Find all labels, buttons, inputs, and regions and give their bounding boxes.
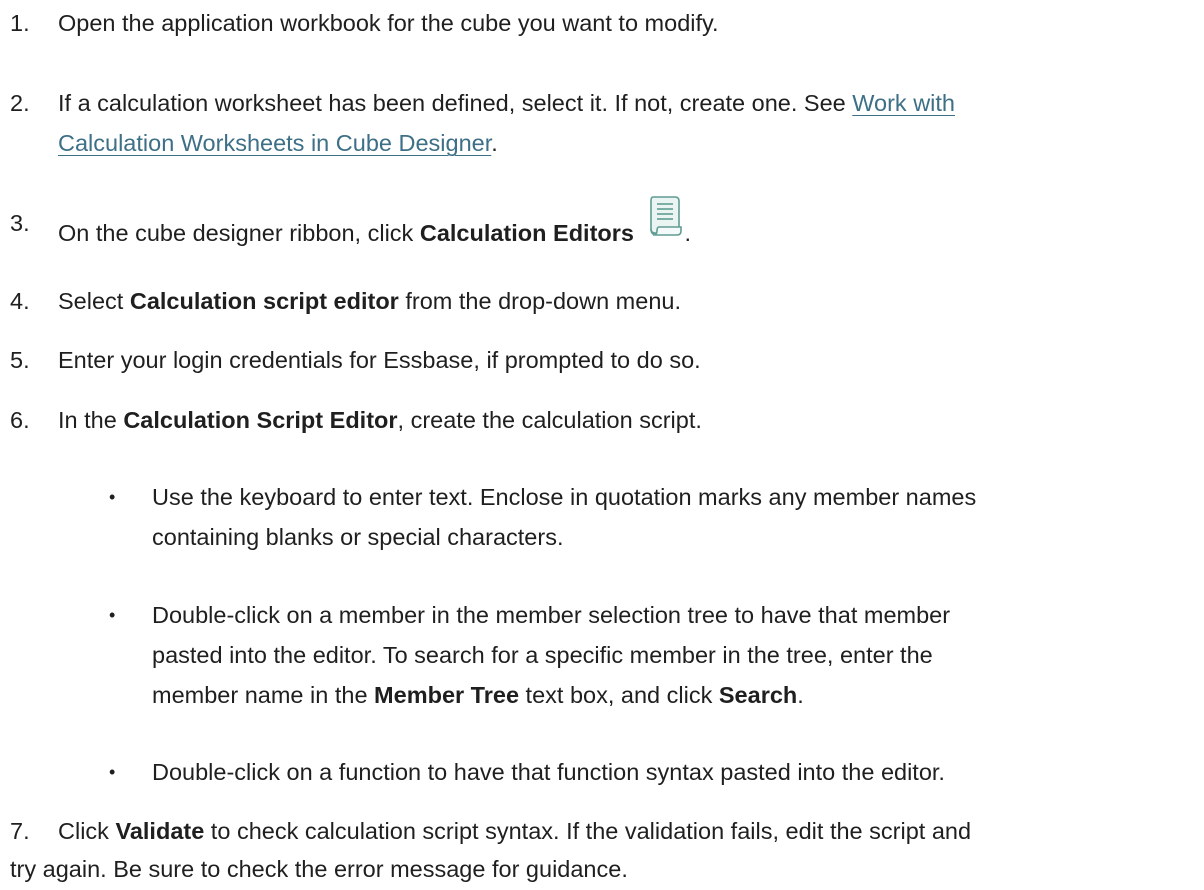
step-text-line: On the cube designer ribbon, click Calcu… [58,196,1200,253]
calculation-editors-icon [645,193,685,237]
bullet-text: Use the keyboard to enter text. Enclose … [152,484,977,510]
step-text: to check calculation script syntax. If t… [204,818,972,844]
step-text: Enter your login credentials for Essbase… [58,347,701,373]
bullet-text: containing blanks or special characters. [152,524,564,550]
step-text-line-1: If a calculation worksheet has been defi… [58,83,1200,123]
calculation-editors-label: Calculation Editors [419,220,634,246]
step-number: 1. [10,10,30,36]
bullet-text: text box, and click [519,682,719,708]
step-text-line: In the Calculation Script Editor, create… [58,400,1200,440]
step-number: 4. [10,288,30,314]
bullet-text: pasted into the editor. To search for a … [152,642,933,668]
step-number: 3. [10,210,30,236]
step-text-line: Select Calculation script editor from th… [58,281,1200,321]
bullet-text: . [797,682,804,708]
step-text: try again. Be sure to check the error me… [10,856,628,882]
step-text: On the cube designer ribbon, click [58,220,420,246]
step-text: Open the application workbook for the cu… [58,10,719,36]
step-text: If a calculation worksheet has been defi… [58,90,853,116]
search-label: Search [718,682,798,708]
bullet-glyph: • [109,487,116,507]
bullet-glyph: • [109,605,116,625]
step-number: 5. [10,347,30,373]
bullet-text: Double-click on a function to have that … [152,759,945,785]
work-with-calc-worksheets-link[interactable]: Work with [852,90,955,116]
calculation-script-editor-label: Calculation script editor [129,288,399,314]
validate-label: Validate [115,818,205,844]
member-tree-label: Member Tree [374,682,520,708]
step-text-line-2: Calculation Worksheets in Cube Designer. [58,123,1200,163]
step-text: , create the calculation script. [397,407,702,433]
step-text: Click [58,818,116,844]
step-text: Select [58,288,130,314]
step-number: 6. [10,407,30,433]
step-number: 2. [10,90,30,116]
step-text: . [684,220,692,246]
bullet-glyph: • [109,762,116,782]
calculation-script-editor-bold: Calculation Script Editor [123,407,398,433]
step-text-line: Click Validate to check calculation scri… [58,811,1200,851]
work-with-calc-worksheets-link-continued[interactable]: Calculation Worksheets in Cube Designer [58,130,491,156]
step-number: 7. [10,818,30,844]
step-text: from the drop-down menu. [398,288,681,314]
step-text: . [491,130,498,156]
step-text: In the [58,407,124,433]
bullet-text: Double-click on a member in the member s… [152,602,951,628]
bullet-text: member name in the [152,682,375,708]
bullet-text-line: member name in the Member Tree text box,… [152,675,1200,715]
